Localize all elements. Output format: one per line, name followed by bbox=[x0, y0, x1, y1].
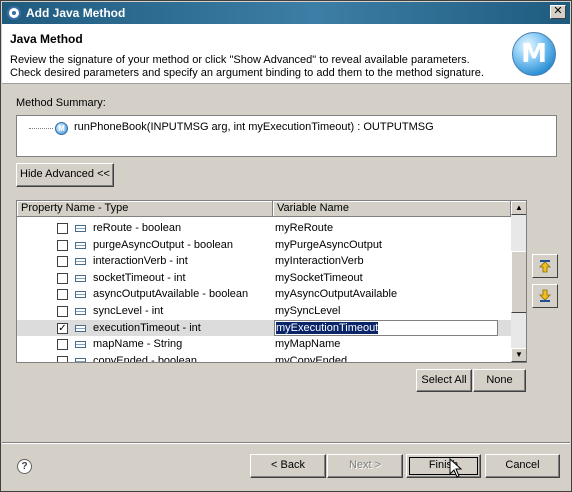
table-row-selected[interactable]: ✓ executionTimeout - int myExecutionTime… bbox=[17, 319, 511, 337]
footer-separator bbox=[2, 442, 570, 444]
variable-name[interactable]: myMapName bbox=[275, 338, 340, 350]
property-icon bbox=[75, 357, 86, 362]
table-row[interactable]: interactionVerb - int myInteractionVerb bbox=[17, 253, 511, 270]
table-row[interactable]: asyncOutputAvailable - boolean myAsyncOu… bbox=[17, 286, 511, 303]
next-button[interactable]: Next > bbox=[327, 454, 403, 478]
close-button[interactable]: ✕ bbox=[550, 5, 566, 19]
vertical-scrollbar[interactable]: ▲ ▼ bbox=[511, 201, 526, 362]
property-name: reRoute - boolean bbox=[93, 222, 182, 234]
property-icon bbox=[75, 274, 86, 282]
variable-name[interactable]: myReRoute bbox=[275, 222, 333, 234]
wizard-logo-icon: M bbox=[512, 32, 556, 76]
row-checkbox[interactable] bbox=[57, 305, 68, 317]
scroll-up-icon[interactable]: ▲ bbox=[511, 201, 526, 215]
table-row[interactable]: socketTimeout - int mySocketTimeout bbox=[17, 270, 511, 287]
app-icon bbox=[7, 6, 21, 20]
add-java-method-dialog: Add Java Method ✕ Java Method Review the… bbox=[0, 0, 572, 492]
property-icon bbox=[75, 307, 86, 315]
back-button[interactable]: < Back bbox=[250, 454, 326, 478]
method-signature[interactable]: runPhoneBook(INPUTMSG arg, int myExecuti… bbox=[74, 121, 434, 133]
property-icon bbox=[75, 225, 86, 232]
table-row[interactable]: reRoute - boolean myReRoute bbox=[17, 220, 511, 237]
wizard-banner: Java Method Review the signature of your… bbox=[2, 24, 570, 84]
scroll-down-icon[interactable]: ▼ bbox=[511, 348, 526, 362]
property-icon bbox=[75, 258, 86, 266]
move-down-icon bbox=[539, 289, 551, 302]
property-name: mapName - String bbox=[93, 338, 183, 351]
property-icon bbox=[75, 341, 86, 349]
scroll-thumb[interactable] bbox=[511, 251, 526, 313]
mouse-pointer-icon bbox=[449, 458, 463, 478]
row-checkbox-checked[interactable]: ✓ bbox=[57, 322, 68, 334]
properties-table: Property Name - Type Variable Name reRou… bbox=[16, 200, 527, 363]
property-icon bbox=[75, 324, 86, 332]
move-up-icon bbox=[539, 260, 551, 273]
property-icon bbox=[75, 291, 86, 299]
table-row[interactable]: mapName - String myMapName bbox=[17, 336, 511, 353]
variable-name-selected-text[interactable]: myExecutionTimeout bbox=[276, 321, 379, 334]
table-row[interactable]: copyEnded - boolean myCopyEnded bbox=[17, 353, 511, 363]
variable-name[interactable]: mySocketTimeout bbox=[275, 272, 363, 284]
property-column-header[interactable]: Property Name - Type bbox=[17, 201, 273, 216]
page-title: Java Method bbox=[10, 32, 83, 46]
select-all-button[interactable]: Select All bbox=[416, 369, 472, 392]
move-up-button[interactable] bbox=[532, 254, 558, 278]
property-name: socketTimeout - int bbox=[93, 271, 186, 284]
hide-advanced-button[interactable]: Hide Advanced << bbox=[16, 163, 114, 187]
table-row[interactable]: syncLevel - int mySyncLevel bbox=[17, 303, 511, 320]
none-button[interactable]: None bbox=[473, 369, 526, 392]
title-bar[interactable]: Add Java Method ✕ bbox=[2, 2, 570, 24]
method-summary-tree: M runPhoneBook(INPUTMSG arg, int myExecu… bbox=[16, 115, 557, 157]
move-down-button[interactable] bbox=[532, 284, 558, 308]
page-description: Review the signature of your method or c… bbox=[10, 54, 484, 79]
property-name: interactionVerb - int bbox=[93, 255, 188, 268]
row-checkbox[interactable] bbox=[57, 256, 68, 268]
table-header: Property Name - Type Variable Name bbox=[17, 201, 511, 217]
row-checkbox[interactable] bbox=[57, 239, 68, 251]
table-rows: reRoute - boolean myReRoute purgeAsyncOu… bbox=[17, 220, 511, 363]
property-name: executionTimeout - int bbox=[93, 321, 201, 334]
finish-button[interactable]: Finish bbox=[406, 454, 481, 478]
cancel-button[interactable]: Cancel bbox=[485, 454, 560, 478]
property-name: syncLevel - int bbox=[93, 304, 164, 317]
variable-name[interactable]: myCopyEnded bbox=[275, 355, 347, 362]
tree-connector bbox=[29, 128, 53, 129]
row-checkbox[interactable] bbox=[57, 223, 68, 234]
method-icon: M bbox=[55, 122, 68, 135]
row-checkbox[interactable] bbox=[57, 339, 68, 351]
method-summary-label: Method Summary: bbox=[16, 97, 106, 109]
variable-name-editor[interactable]: myExecutionTimeout bbox=[274, 319, 498, 336]
row-checkbox[interactable] bbox=[57, 272, 68, 284]
row-checkbox[interactable] bbox=[57, 289, 68, 301]
variable-column-header[interactable]: Variable Name bbox=[273, 201, 511, 216]
property-icon bbox=[75, 241, 86, 249]
table-row[interactable]: purgeAsyncOutput - boolean myPurgeAsyncO… bbox=[17, 237, 511, 254]
property-name: purgeAsyncOutput - boolean bbox=[93, 238, 234, 251]
property-name: copyEnded - boolean bbox=[93, 354, 197, 363]
variable-name[interactable]: myPurgeAsyncOutput bbox=[275, 239, 382, 251]
help-icon[interactable]: ? bbox=[17, 459, 32, 474]
property-name: asyncOutputAvailable - boolean bbox=[93, 288, 249, 301]
window-title: Add Java Method bbox=[26, 6, 126, 20]
variable-name[interactable]: myInteractionVerb bbox=[275, 255, 364, 267]
variable-name[interactable]: mySyncLevel bbox=[275, 305, 340, 317]
variable-name[interactable]: myAsyncOutputAvailable bbox=[275, 288, 397, 300]
row-checkbox[interactable] bbox=[57, 355, 68, 362]
